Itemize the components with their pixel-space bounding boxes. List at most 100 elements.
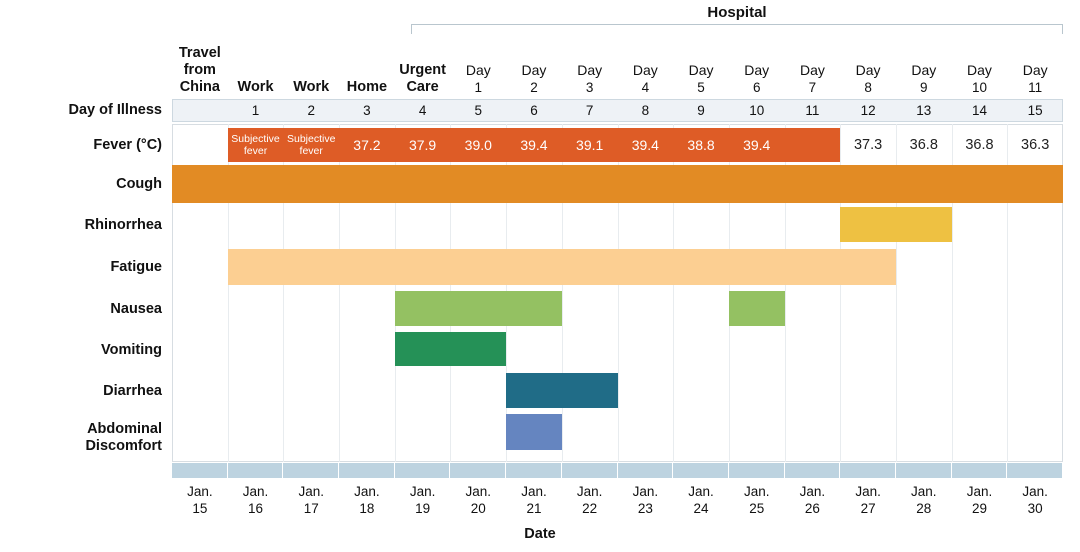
activity-header-cell: Day11 (1007, 30, 1063, 98)
bar-segment (506, 373, 617, 408)
symptom-timeline-figure: Hospital TravelfromChinaWorkWorkHomeUrge… (0, 0, 1080, 552)
activity-header-cell: Day9 (896, 30, 952, 98)
date-strip-segment (729, 463, 785, 478)
date-axis-label: Jan.19 (395, 483, 451, 519)
row-label-vomiting: Vomiting (0, 342, 162, 359)
date-axis-label: Jan.15 (172, 483, 228, 519)
date-strip-segment (395, 463, 451, 478)
day-of-illness-cell: 2 (283, 99, 339, 122)
fever-value: 37.2 (339, 138, 395, 152)
fever-value: 36.8 (952, 128, 1008, 162)
date-strip-segment (1007, 463, 1063, 478)
activity-header-cell: Work (283, 30, 339, 98)
activity-header-cell: UrgentCare (395, 30, 451, 98)
activity-header-row: TravelfromChinaWorkWorkHomeUrgentCareDay… (172, 30, 1063, 98)
fever-value: 39.1 (562, 138, 618, 152)
row-label-diarrhea: Diarrhea (0, 383, 162, 400)
date-strip-segment (339, 463, 395, 478)
activity-header-cell: TravelfromChina (172, 30, 228, 98)
bar-segment (172, 165, 1063, 203)
day-of-illness-cell: 4 (395, 99, 451, 122)
row-label-fever-c: Fever (°C) (0, 137, 162, 154)
day-of-illness-cell: 1 (228, 99, 284, 122)
activity-header-cell: Day5 (673, 30, 729, 98)
fever-value: 39.4 (506, 138, 562, 152)
day-of-illness-cell: 13 (896, 99, 952, 122)
date-axis-label: Jan.26 (785, 483, 841, 519)
day-of-illness-cell: 8 (618, 99, 674, 122)
activity-header-cell: Day10 (952, 30, 1008, 98)
date-strip-segment (673, 463, 729, 478)
row-label-rhinorrhea: Rhinorrhea (0, 217, 162, 234)
date-strip-segment (785, 463, 841, 478)
day-of-illness-cell: 11 (785, 99, 841, 122)
date-axis-label: Jan.22 (562, 483, 618, 519)
date-strip-segment (228, 463, 284, 478)
row-label-cough: Cough (0, 176, 162, 193)
date-strip-segment (172, 463, 228, 478)
date-axis-label: Jan.30 (1007, 483, 1063, 519)
fever-value: 37.9 (395, 138, 451, 152)
date-strip-segment (618, 463, 674, 478)
activity-header-cell: Day8 (840, 30, 896, 98)
date-axis-label: Jan.29 (952, 483, 1008, 519)
row-label-nausea: Nausea (0, 301, 162, 318)
date-axis-label: Jan.17 (283, 483, 339, 519)
date-axis-label: Jan.27 (840, 483, 896, 519)
activity-header-cell: Day6 (729, 30, 785, 98)
day-of-illness-cell: 7 (562, 99, 618, 122)
date-axis-label: Jan.23 (618, 483, 674, 519)
day-of-illness-cell: 15 (1007, 99, 1063, 122)
row-label-abdominal-discomfort: AbdominalDiscomfort (0, 421, 162, 455)
fever-value: Subjectivefever (228, 133, 284, 157)
fever-value: 36.8 (896, 128, 952, 162)
date-axis-label: Jan.16 (228, 483, 284, 519)
date-axis-label: Jan.20 (450, 483, 506, 519)
fever-value: 39.0 (450, 138, 506, 152)
day-of-illness-label: Day of Illness (0, 99, 162, 122)
bar-segment: SubjectivefeverSubjectivefever37.237.939… (228, 128, 841, 162)
activity-header-cell: Day3 (562, 30, 618, 98)
date-strip-segment (562, 463, 618, 478)
fever-value: Subjectivefever (283, 133, 339, 157)
day-of-illness-cell: 9 (673, 99, 729, 122)
day-of-illness-cell: 3 (339, 99, 395, 122)
x-axis-title: Date (0, 526, 1080, 546)
day-of-illness-cell: 6 (506, 99, 562, 122)
date-strip-segment (450, 463, 506, 478)
hospital-bracket-label: Hospital (411, 2, 1063, 24)
day-of-illness-cell (172, 99, 228, 122)
date-axis-label: Jan.28 (896, 483, 952, 519)
bar-segment (395, 291, 562, 326)
fever-value: 39.4 (729, 138, 785, 152)
date-strip-segment (896, 463, 952, 478)
activity-header-cell: Day4 (618, 30, 674, 98)
fever-value: 37.3 (840, 128, 896, 162)
date-axis-label: Jan.25 (729, 483, 785, 519)
activity-header-cell: Day7 (785, 30, 841, 98)
day-of-illness-cell: 14 (952, 99, 1008, 122)
fever-value: 36.3 (1007, 128, 1063, 162)
date-strip-segment (506, 463, 562, 478)
day-of-illness-cell: 5 (450, 99, 506, 122)
fever-value: 39.4 (618, 138, 674, 152)
date-axis-label: Jan.24 (673, 483, 729, 519)
day-of-illness-cell: 12 (840, 99, 896, 122)
row-label-fatigue: Fatigue (0, 259, 162, 276)
date-strip-segment (952, 463, 1008, 478)
activity-header-cell: Day2 (506, 30, 562, 98)
fever-value: 38.8 (673, 138, 729, 152)
date-axis-label: Jan.18 (339, 483, 395, 519)
bar-segment (506, 414, 562, 450)
bar-segment (228, 249, 896, 285)
activity-header-cell: Home (339, 30, 395, 98)
date-strip-segment (283, 463, 339, 478)
activity-header-cell: Day1 (450, 30, 506, 98)
bar-segment (729, 291, 785, 326)
date-strip-segment (840, 463, 896, 478)
day-of-illness-cell: 10 (729, 99, 785, 122)
bar-segment (395, 332, 506, 366)
date-axis-label: Jan.21 (506, 483, 562, 519)
bar-segment (840, 207, 951, 242)
activity-header-cell: Work (228, 30, 284, 98)
